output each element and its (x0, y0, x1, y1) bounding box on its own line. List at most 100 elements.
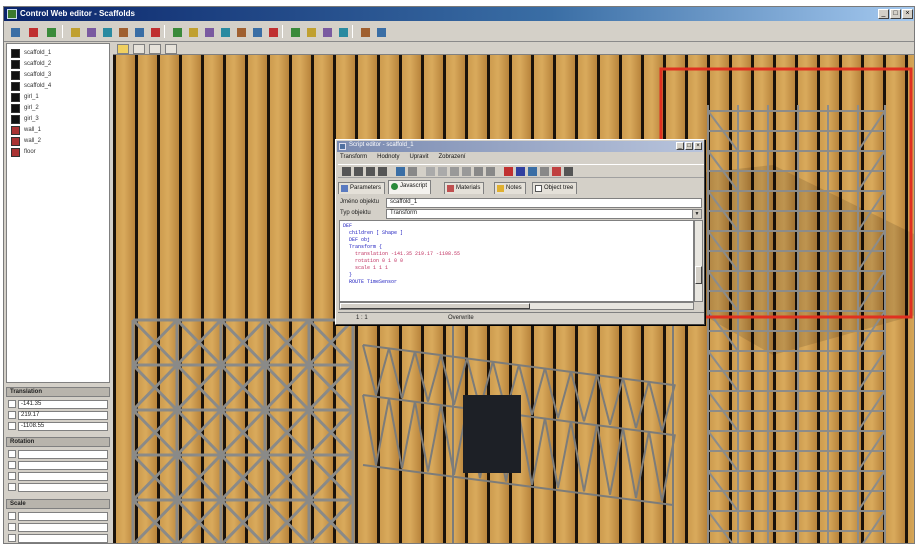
cut-icon[interactable] (342, 167, 351, 176)
scale-y-check[interactable] (8, 523, 16, 531)
snap-button[interactable] (234, 25, 247, 38)
scale-button[interactable] (148, 25, 161, 38)
object-list-item[interactable]: wall_2 (11, 136, 41, 146)
translation-y-check[interactable] (8, 411, 16, 419)
translation-x-field[interactable]: -141.35 (18, 400, 108, 409)
object-name-field[interactable]: scaffold_1 (386, 198, 702, 208)
camera-button[interactable] (320, 25, 333, 38)
object-list-item[interactable]: girl_2 (11, 103, 39, 113)
object-list-item[interactable]: girl_3 (11, 114, 39, 124)
redo-icon[interactable] (408, 167, 417, 176)
code-vertical-scrollbar[interactable] (694, 220, 703, 302)
move-button[interactable] (116, 25, 129, 38)
rotate-button[interactable] (132, 25, 145, 38)
menu-transform[interactable]: Transform (340, 154, 367, 160)
copy-button[interactable] (84, 25, 97, 38)
rotation-z-check[interactable] (8, 472, 16, 480)
scale-z-check[interactable] (8, 534, 16, 542)
editor-title-bar[interactable]: Script editor - scaffold_1 _ □ × (337, 141, 703, 152)
scale-y-field[interactable] (18, 523, 108, 532)
help-icon[interactable] (564, 167, 573, 176)
viewport-tab-perspective[interactable] (117, 44, 129, 54)
menu-upravit[interactable]: Upravit (409, 154, 428, 160)
find-icon[interactable] (426, 167, 435, 176)
viewport-tab-side[interactable] (165, 44, 177, 54)
menu-zobrazeni[interactable]: Zobrazení (439, 154, 466, 160)
bookmark-icon[interactable] (516, 167, 525, 176)
rotation-x-check[interactable] (8, 450, 16, 458)
search-icon[interactable] (504, 167, 513, 176)
editor-maximize-button[interactable]: □ (685, 142, 693, 150)
vertical-scroll-thumb[interactable] (695, 266, 702, 284)
object-list-item[interactable]: girl_1 (11, 92, 39, 102)
scale-x-check[interactable] (8, 512, 16, 520)
rotation-w-check[interactable] (8, 483, 16, 491)
undo-icon[interactable] (396, 167, 405, 176)
chevron-down-icon[interactable]: ▼ (692, 210, 701, 218)
editor-close-button[interactable]: × (694, 142, 702, 150)
rotation-y-check[interactable] (8, 461, 16, 469)
forward-icon[interactable] (486, 167, 495, 176)
editor-minimize-button[interactable]: _ (676, 142, 684, 150)
title-bar[interactable]: Control Web editor - Scaffolds _ □ × (4, 7, 914, 21)
distribute-button[interactable] (266, 25, 279, 38)
help-button[interactable] (374, 25, 387, 38)
print-icon[interactable] (540, 167, 549, 176)
horizontal-scroll-thumb[interactable] (340, 303, 530, 309)
3d-viewport[interactable]: Script editor - scaffold_1 _ □ × Transfo… (113, 43, 914, 543)
tab-parameters[interactable]: Parameters (338, 182, 386, 194)
tab-javascript[interactable]: Javascript (388, 180, 432, 194)
outdent-icon[interactable] (462, 167, 471, 176)
object-list-item[interactable]: scaffold_2 (11, 59, 51, 69)
back-icon[interactable] (474, 167, 483, 176)
copy-icon[interactable] (354, 167, 363, 176)
translation-z-field[interactable]: -1108.55 (18, 422, 108, 431)
scale-z-field[interactable] (18, 534, 108, 543)
script-editor-window[interactable]: Script editor - scaffold_1 _ □ × Transfo… (335, 139, 705, 325)
light-button[interactable] (336, 25, 349, 38)
select-button[interactable] (170, 25, 183, 38)
paste-button[interactable] (100, 25, 113, 38)
object-list[interactable]: scaffold_1 scaffold_2 scaffold_3 scaffold_4… (6, 43, 110, 383)
scale-x-field[interactable] (18, 512, 108, 521)
viewport-tab-top[interactable] (133, 44, 145, 54)
rotation-z-field[interactable] (18, 472, 108, 481)
unlink-button[interactable] (202, 25, 215, 38)
indent-icon[interactable] (450, 167, 459, 176)
align-button[interactable] (250, 25, 263, 38)
close-button[interactable]: × (902, 9, 913, 19)
save-button[interactable] (44, 25, 57, 38)
object-list-item[interactable]: scaffold_4 (11, 81, 51, 91)
grid-button[interactable] (218, 25, 231, 38)
new-button[interactable] (8, 25, 21, 38)
delete-icon[interactable] (378, 167, 387, 176)
object-type-select[interactable]: Transform ▼ (386, 209, 702, 219)
paste-icon[interactable] (366, 167, 375, 176)
replace-icon[interactable] (438, 167, 447, 176)
render-button[interactable] (358, 25, 371, 38)
cut-button[interactable] (68, 25, 81, 38)
translation-z-check[interactable] (8, 422, 16, 430)
translation-section-header[interactable]: Translation (6, 387, 110, 397)
code-editor[interactable]: DEF children [ Shape ] DEF obj Transform… (339, 220, 694, 302)
viewport-tab-front[interactable] (149, 44, 161, 54)
rotation-y-field[interactable] (18, 461, 108, 470)
object-list-item[interactable]: scaffold_1 (11, 48, 51, 58)
rotation-section-header[interactable]: Rotation (6, 437, 110, 447)
minimize-button[interactable]: _ (878, 9, 889, 19)
rotation-w-field[interactable] (18, 483, 108, 492)
check-icon[interactable] (528, 167, 537, 176)
code-horizontal-scrollbar[interactable] (339, 302, 694, 310)
tab-materials[interactable]: Materials (444, 182, 485, 194)
object-list-item[interactable]: wall_1 (11, 125, 41, 135)
translation-x-check[interactable] (8, 400, 16, 408)
rotation-x-field[interactable] (18, 450, 108, 459)
link-button[interactable] (186, 25, 199, 38)
scale-section-header[interactable]: Scale (6, 499, 110, 509)
view-button[interactable] (304, 25, 317, 38)
tab-notes[interactable]: Notes (494, 182, 526, 194)
translation-y-field[interactable]: 219.17 (18, 411, 108, 420)
object-list-item[interactable]: floor (11, 147, 36, 157)
run-icon[interactable] (552, 167, 561, 176)
menu-hodnoty[interactable]: Hodnoty (377, 154, 399, 160)
